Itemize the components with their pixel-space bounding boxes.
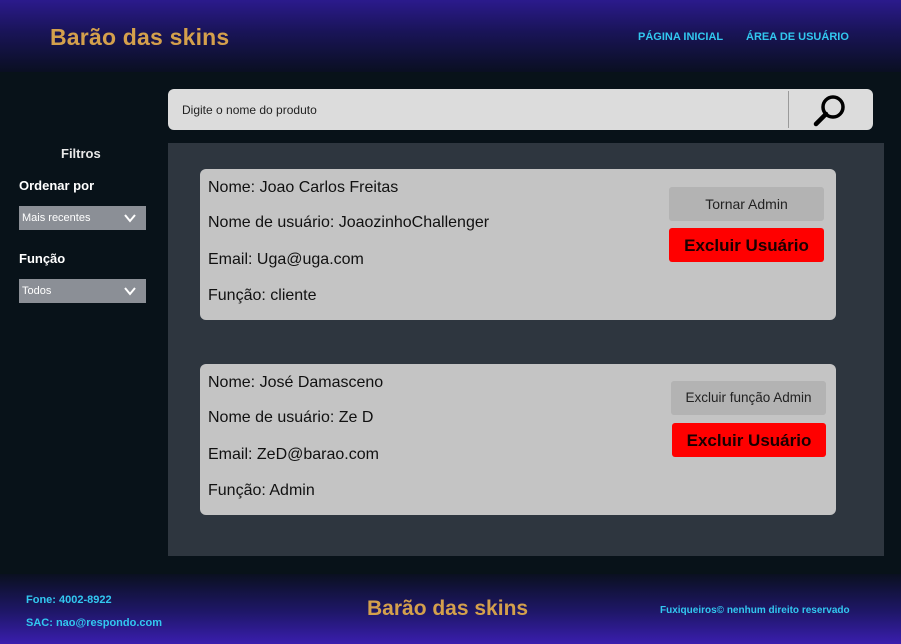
footer-phone: Fone: 4002-8922: [26, 594, 112, 606]
search-icon: [813, 95, 845, 127]
delete-user-button[interactable]: Excluir Usuário: [669, 228, 824, 262]
user-email: Email: ZeD@barao.com: [208, 446, 379, 463]
user-username: Nome de usuário: JoaozinhoChallenger: [208, 214, 490, 231]
remove-admin-button[interactable]: Excluir função Admin: [671, 381, 826, 415]
user-name: Nome: Joao Carlos Freitas: [208, 179, 399, 196]
make-admin-button[interactable]: Tornar Admin: [669, 187, 824, 221]
search-bar: [168, 89, 873, 130]
nav-home-link[interactable]: PÁGINA INICIAL: [638, 31, 723, 43]
filters-title: Filtros: [61, 146, 101, 161]
user-role: Função: cliente: [208, 287, 317, 304]
user-role: Função: Admin: [208, 482, 315, 499]
brand-logo[interactable]: Barão das skins: [50, 24, 229, 51]
sort-label: Ordenar por: [19, 178, 95, 193]
site-footer: Fone: 4002-8922 SAC: nao@respondo.com Ba…: [0, 574, 901, 644]
nav-user-area-link[interactable]: ÁREA DE USUÁRIO: [746, 31, 849, 43]
user-email: Email: Uga@uga.com: [208, 251, 364, 268]
chevron-down-icon: [124, 287, 136, 296]
user-name: Nome: José Damasceno: [208, 374, 384, 391]
chevron-down-icon: [124, 214, 136, 223]
search-button[interactable]: [789, 89, 873, 130]
user-card: Nome: José Damasceno Nome de usuário: Ze…: [200, 364, 836, 515]
sort-select[interactable]: Mais recentes: [19, 206, 146, 230]
role-selected-value: Todos: [22, 285, 52, 297]
footer-rights: Fuxiqueiros© nenhum direito reservado: [660, 605, 850, 616]
footer-brand: Barão das skins: [367, 597, 529, 620]
search-input[interactable]: [168, 89, 788, 130]
user-card: Nome: Joao Carlos Freitas Nome de usuári…: [200, 169, 836, 320]
role-select[interactable]: Todos: [19, 279, 146, 303]
footer-sac-email: SAC: nao@respondo.com: [26, 617, 163, 629]
user-username: Nome de usuário: Ze D: [208, 409, 374, 426]
site-header: Barão das skins PÁGINA INICIAL ÁREA DE U…: [0, 0, 901, 72]
delete-user-button[interactable]: Excluir Usuário: [672, 423, 826, 457]
role-filter-label: Função: [19, 251, 66, 266]
sort-selected-value: Mais recentes: [22, 212, 91, 224]
